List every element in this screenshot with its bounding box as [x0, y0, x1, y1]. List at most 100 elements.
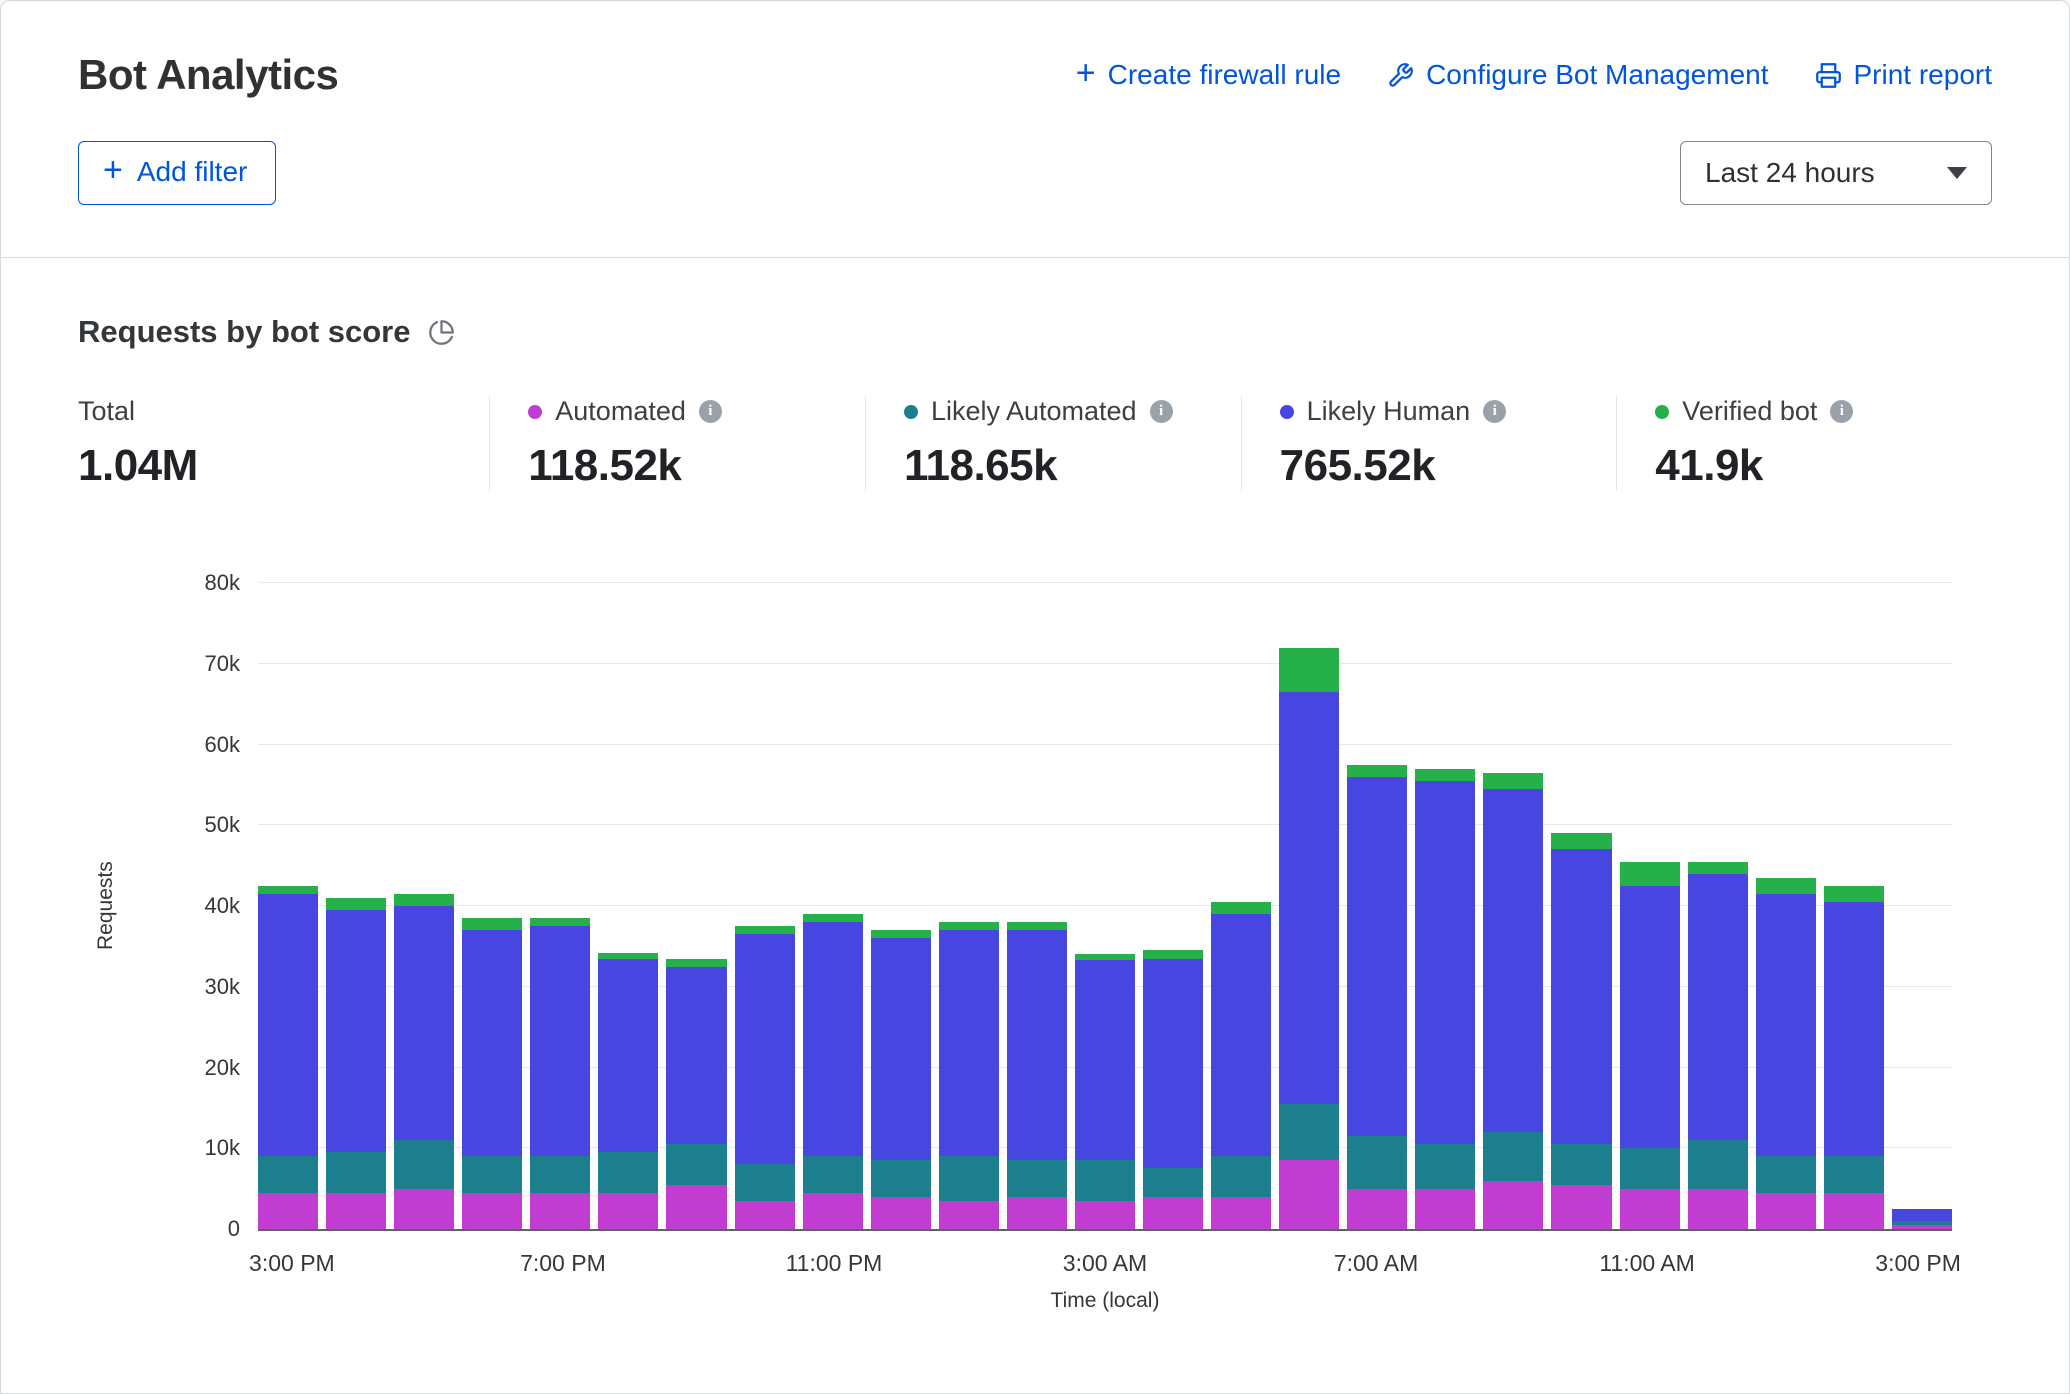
stacked-bar[interactable]: [530, 918, 590, 1229]
bar-segment-likely-human: [1483, 789, 1543, 1132]
stat-automated: Automated i 118.52k: [489, 396, 865, 491]
bar-segment-likely-human: [939, 930, 999, 1156]
bar-segment-verified-bot: [394, 894, 454, 906]
print-report-label: Print report: [1854, 59, 1993, 91]
stacked-bar[interactable]: [1551, 833, 1611, 1229]
bar-segment-likely-human: [598, 959, 658, 1153]
stacked-bar[interactable]: [871, 930, 931, 1229]
bar-segment-automated: [1824, 1193, 1884, 1229]
requests-by-bot-score-chart: Requests 010k20k30k40k50k60k70k80k3:00 P…: [258, 583, 1952, 1313]
legend-dot-verified-bot: [1655, 405, 1669, 419]
stacked-bar[interactable]: [462, 918, 522, 1229]
bar-segment-automated: [462, 1193, 522, 1229]
pie-chart-icon: [428, 319, 455, 346]
bar-segment-verified-bot: [326, 898, 386, 910]
stat-label: Likely Human: [1307, 396, 1471, 427]
y-axis-title: Requests: [86, 583, 126, 1229]
stacked-bar[interactable]: [258, 886, 318, 1229]
x-axis-tick-label: 3:00 PM: [1875, 1250, 1961, 1277]
time-range-value: Last 24 hours: [1705, 157, 1875, 189]
bar-segment-likely-human: [1347, 777, 1407, 1136]
bar-segment-verified-bot: [1620, 862, 1680, 886]
plus-icon: +: [103, 153, 123, 187]
bar-segment-likely-automated: [1143, 1168, 1203, 1196]
bar-segment-verified-bot: [1551, 833, 1611, 849]
x-axis-tick-label: 7:00 PM: [520, 1250, 606, 1277]
bar-segment-automated: [939, 1201, 999, 1229]
stacked-bar[interactable]: [1620, 862, 1680, 1229]
stacked-bar[interactable]: [326, 898, 386, 1229]
add-filter-label: Add filter: [137, 156, 248, 188]
bar-segment-verified-bot: [871, 930, 931, 938]
stacked-bar[interactable]: [394, 894, 454, 1229]
bar-segment-automated: [1279, 1160, 1339, 1229]
stat-likely-automated: Likely Automated i 118.65k: [865, 396, 1241, 491]
info-icon[interactable]: i: [1830, 400, 1853, 423]
stacked-bar[interactable]: [666, 959, 726, 1229]
legend-dot-likely-human: [1280, 405, 1294, 419]
x-axis-tick-label: 3:00 AM: [1063, 1250, 1147, 1277]
stat-value: 1.04M: [78, 441, 489, 491]
bar-segment-automated: [803, 1193, 863, 1229]
stat-total: Total 1.04M: [78, 396, 489, 491]
stacked-bar[interactable]: [1415, 769, 1475, 1229]
bars-container: [258, 583, 1952, 1229]
x-axis-title: Time (local): [258, 1289, 1952, 1313]
stacked-bar[interactable]: [803, 914, 863, 1229]
bar-segment-automated: [1007, 1197, 1067, 1229]
legend-dot-automated: [528, 405, 542, 419]
stacked-bar[interactable]: [939, 922, 999, 1229]
bar-segment-automated: [871, 1197, 931, 1229]
stat-value: 41.9k: [1655, 441, 1992, 491]
stacked-bar[interactable]: [1211, 902, 1271, 1229]
bar-segment-likely-human: [1892, 1209, 1952, 1221]
y-axis-tick-label: 50k: [205, 812, 240, 838]
stacked-bar[interactable]: [1483, 773, 1543, 1229]
bar-segment-automated: [258, 1193, 318, 1229]
bar-segment-likely-human: [1211, 914, 1271, 1156]
x-axis-tick-label: 7:00 AM: [1334, 1250, 1418, 1277]
bar-segment-likely-automated: [871, 1160, 931, 1196]
stacked-bar[interactable]: [735, 926, 795, 1229]
bar-segment-likely-automated: [1756, 1156, 1816, 1192]
bar-segment-automated: [1347, 1189, 1407, 1229]
bar-segment-likely-automated: [735, 1164, 795, 1200]
create-firewall-rule-link[interactable]: + Create firewall rule: [1076, 58, 1341, 92]
info-icon[interactable]: i: [699, 400, 722, 423]
y-axis-tick-label: 30k: [205, 974, 240, 1000]
y-axis-tick-label: 70k: [205, 651, 240, 677]
add-filter-button[interactable]: + Add filter: [78, 141, 276, 205]
info-icon[interactable]: i: [1150, 400, 1173, 423]
bar-segment-automated: [1756, 1193, 1816, 1229]
bar-segment-likely-automated: [803, 1156, 863, 1192]
bar-segment-likely-automated: [1824, 1156, 1884, 1192]
stacked-bar[interactable]: [1007, 922, 1067, 1229]
stacked-bar[interactable]: [1688, 862, 1748, 1229]
bar-segment-likely-automated: [258, 1156, 318, 1192]
stacked-bar[interactable]: [598, 953, 658, 1229]
stacked-bar[interactable]: [1347, 765, 1407, 1229]
stacked-bar[interactable]: [1824, 886, 1884, 1229]
configure-bot-management-link[interactable]: Configure Bot Management: [1387, 59, 1768, 91]
stacked-bar[interactable]: [1756, 878, 1816, 1229]
stacked-bar[interactable]: [1075, 954, 1135, 1229]
header-actions: + Create firewall rule Configure Bot Man…: [1076, 58, 1992, 92]
time-range-select[interactable]: Last 24 hours: [1680, 141, 1992, 205]
configure-bot-management-label: Configure Bot Management: [1426, 59, 1768, 91]
bar-segment-likely-automated: [1211, 1156, 1271, 1196]
info-icon[interactable]: i: [1483, 400, 1506, 423]
bar-segment-likely-human: [1007, 930, 1067, 1160]
stacked-bar[interactable]: [1143, 950, 1203, 1229]
stacked-bar[interactable]: [1279, 648, 1339, 1229]
bar-segment-likely-automated: [530, 1156, 590, 1192]
stacked-bar[interactable]: [1892, 1209, 1952, 1229]
stat-label: Automated: [555, 396, 686, 427]
print-report-link[interactable]: Print report: [1815, 59, 1993, 91]
bar-segment-likely-human: [462, 930, 522, 1156]
bar-segment-verified-bot: [1483, 773, 1543, 789]
bar-segment-automated: [1892, 1225, 1952, 1229]
bar-segment-likely-automated: [1483, 1132, 1543, 1180]
bar-segment-likely-automated: [1279, 1104, 1339, 1161]
bar-segment-verified-bot: [1279, 648, 1339, 692]
bar-segment-verified-bot: [1824, 886, 1884, 902]
